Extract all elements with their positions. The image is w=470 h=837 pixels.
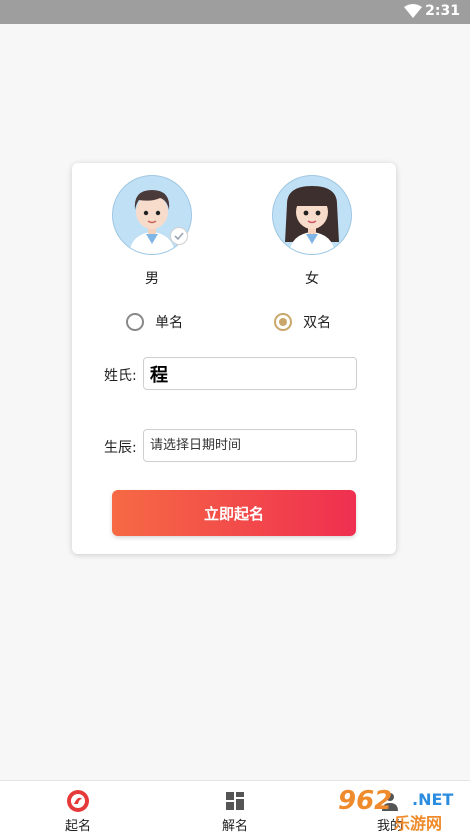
tab-label: 解名	[221, 819, 248, 834]
watermark-number: 962	[338, 786, 393, 816]
surname-input[interactable]	[143, 357, 357, 390]
birth-date-picker[interactable]: 请选择日期时间	[143, 429, 357, 462]
female-label: 女	[305, 271, 319, 287]
watermark-text: 乐游网	[394, 814, 443, 833]
grid-icon	[226, 792, 244, 810]
male-avatar-option[interactable]: 男	[112, 175, 192, 287]
wifi-icon	[404, 4, 422, 18]
generate-name-button[interactable]: 立即起名	[112, 490, 356, 536]
logo-icon	[67, 790, 89, 812]
double-name-label: 双名	[303, 314, 332, 331]
female-avatar-option[interactable]: 女	[272, 175, 352, 287]
tab-jieming[interactable]: 解名	[195, 781, 275, 837]
double-name-option[interactable]: 双名	[274, 311, 331, 332]
tab-label: 起名	[64, 819, 91, 834]
status-time: 2:31	[425, 3, 460, 19]
naming-form-card: 男 女 单名 双名 姓氏: 生辰:	[72, 163, 396, 554]
single-name-option[interactable]: 单名	[126, 311, 183, 332]
double-name-radio[interactable]	[274, 312, 292, 331]
single-name-radio[interactable]	[126, 312, 144, 331]
watermark-net: .NET	[412, 790, 454, 809]
watermark-logo: 962 .NET 乐游网	[338, 786, 466, 833]
surname-label: 姓氏:	[104, 368, 137, 384]
tab-qiming[interactable]: 起名	[38, 781, 118, 837]
status-bar: 2:31	[0, 0, 470, 24]
birth-label: 生辰:	[104, 440, 137, 456]
single-name-label: 单名	[155, 314, 184, 331]
female-face-icon	[285, 186, 339, 254]
male-label: 男	[145, 271, 159, 287]
female-avatar	[272, 175, 352, 255]
selected-check-icon	[170, 227, 188, 245]
